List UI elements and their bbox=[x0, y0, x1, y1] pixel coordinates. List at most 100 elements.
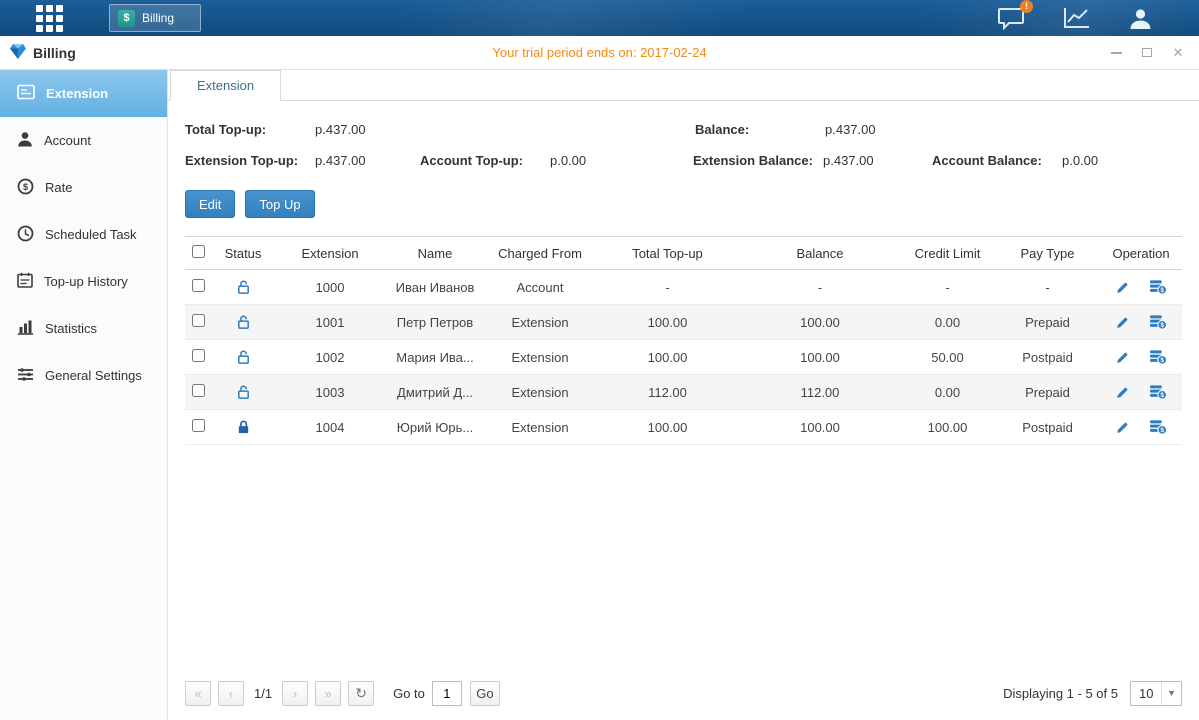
topbar-tab-billing[interactable]: $ Billing bbox=[109, 4, 201, 32]
top-up-row-icon[interactable]: $ bbox=[1149, 314, 1167, 330]
refresh-button[interactable]: ↻ bbox=[348, 681, 374, 706]
column-header-name: Name bbox=[385, 237, 485, 270]
unlocked-status-icon bbox=[236, 384, 251, 400]
sidebar-item-label: Top-up History bbox=[44, 274, 128, 289]
page-size-select[interactable]: 10 ▼ bbox=[1130, 681, 1182, 706]
extension-name: Юрий Юрь... bbox=[385, 410, 485, 445]
column-header-operation: Operation bbox=[1100, 237, 1182, 270]
close-button[interactable]: ✕ bbox=[1171, 46, 1185, 60]
sidebar-item-rate[interactable]: $ Rate bbox=[0, 164, 167, 211]
top-up-row-icon[interactable]: $ bbox=[1149, 419, 1167, 435]
credit-limit-value: 0.00 bbox=[900, 305, 995, 340]
svg-text:$: $ bbox=[1161, 357, 1165, 364]
minimize-button[interactable] bbox=[1109, 46, 1123, 60]
sidebar-item-general-settings[interactable]: General Settings bbox=[0, 352, 167, 399]
total-topup-value: - bbox=[595, 270, 740, 305]
svg-text:$: $ bbox=[1161, 392, 1165, 399]
table-row[interactable]: 1000 Иван Иванов Account - - - - $ bbox=[185, 270, 1182, 305]
unlocked-status-icon bbox=[236, 314, 251, 330]
sidebar-item-account[interactable]: Account bbox=[0, 117, 167, 164]
balance-value: 100.00 bbox=[740, 410, 900, 445]
sidebar-item-topup-history[interactable]: Top-up History bbox=[0, 258, 167, 305]
prev-page-button[interactable]: ‹ bbox=[218, 681, 244, 706]
table-row[interactable]: 1001 Петр Петров Extension 100.00 100.00… bbox=[185, 305, 1182, 340]
credit-limit-value: - bbox=[900, 270, 995, 305]
edit-icon[interactable] bbox=[1115, 280, 1130, 295]
first-page-button[interactable]: « bbox=[185, 681, 211, 706]
edit-icon[interactable] bbox=[1115, 315, 1130, 330]
page-indicator: 1/1 bbox=[254, 686, 272, 701]
column-header-extension: Extension bbox=[275, 237, 385, 270]
next-page-button[interactable]: › bbox=[282, 681, 308, 706]
tab-extension[interactable]: Extension bbox=[170, 70, 281, 101]
extension-table-body: 1000 Иван Иванов Account - - - - $ bbox=[185, 270, 1182, 445]
calendar-icon bbox=[17, 272, 33, 291]
main-panel: Extension Total Top-up: p.437.00 Balance… bbox=[168, 70, 1199, 720]
balance-value: 112.00 bbox=[740, 375, 900, 410]
table-row[interactable]: 1002 Мария Ива... Extension 100.00 100.0… bbox=[185, 340, 1182, 375]
sidebar-item-label: Scheduled Task bbox=[45, 227, 137, 242]
extension-number: 1002 bbox=[275, 340, 385, 375]
row-checkbox[interactable] bbox=[192, 349, 205, 362]
topbar-tab-label: Billing bbox=[142, 11, 174, 25]
goto-page-input[interactable] bbox=[432, 681, 462, 706]
credit-limit-value: 50.00 bbox=[900, 340, 995, 375]
edit-icon[interactable] bbox=[1115, 350, 1130, 365]
maximize-button[interactable] bbox=[1140, 46, 1154, 60]
extension-card-icon bbox=[17, 84, 35, 103]
extension-number: 1003 bbox=[275, 375, 385, 410]
extension-name: Петр Петров bbox=[385, 305, 485, 340]
charged-from: Extension bbox=[485, 410, 595, 445]
select-all-checkbox[interactable] bbox=[192, 245, 205, 258]
unlocked-status-icon bbox=[236, 279, 251, 295]
credit-limit-value: 0.00 bbox=[900, 375, 995, 410]
app-menu-icon[interactable] bbox=[36, 5, 63, 32]
row-checkbox[interactable] bbox=[192, 419, 205, 432]
pay-type-value: Prepaid bbox=[995, 375, 1100, 410]
column-header-total-topup: Total Top-up bbox=[595, 237, 740, 270]
tab-strip: Extension bbox=[168, 70, 1199, 101]
balance-value: 100.00 bbox=[740, 340, 900, 375]
summary-extension-topup: Extension Top-up: p.437.00 bbox=[185, 153, 420, 168]
balance-value: - bbox=[740, 270, 900, 305]
sidebar-item-extension[interactable]: Extension bbox=[0, 70, 167, 117]
sidebar: Extension Account $ Rate Scheduled Task bbox=[0, 70, 168, 720]
summary-total-topup: Total Top-up: p.437.00 bbox=[185, 122, 420, 137]
charged-from: Extension bbox=[485, 375, 595, 410]
extension-name: Мария Ива... bbox=[385, 340, 485, 375]
sidebar-item-statistics[interactable]: Statistics bbox=[0, 305, 167, 352]
dollar-icon: $ bbox=[118, 10, 135, 27]
sliders-icon bbox=[17, 367, 34, 385]
page-title: Billing bbox=[33, 45, 76, 61]
table-row[interactable]: 1003 Дмитрий Д... Extension 112.00 112.0… bbox=[185, 375, 1182, 410]
column-header-status: Status bbox=[211, 237, 275, 270]
row-checkbox[interactable] bbox=[192, 279, 205, 292]
balance-value: 100.00 bbox=[740, 305, 900, 340]
locked-status-icon bbox=[236, 419, 251, 435]
trial-period-notice: Your trial period ends on: 2017-02-24 bbox=[0, 45, 1199, 60]
charged-from: Extension bbox=[485, 340, 595, 375]
go-button[interactable]: Go bbox=[470, 681, 500, 706]
sidebar-item-scheduled-task[interactable]: Scheduled Task bbox=[0, 211, 167, 258]
top-up-row-icon[interactable]: $ bbox=[1149, 279, 1167, 295]
notification-badge: ! bbox=[1020, 0, 1033, 13]
edit-button[interactable]: Edit bbox=[185, 190, 235, 218]
table-row[interactable]: 1004 Юрий Юрь... Extension 100.00 100.00… bbox=[185, 410, 1182, 445]
sidebar-item-label: General Settings bbox=[45, 368, 142, 383]
top-up-button[interactable]: Top Up bbox=[245, 190, 314, 218]
notifications-icon[interactable]: ! bbox=[998, 7, 1025, 30]
svg-text:$: $ bbox=[1161, 287, 1165, 294]
sidebar-item-label: Account bbox=[44, 133, 91, 148]
billing-diamond-icon bbox=[10, 44, 26, 62]
top-up-row-icon[interactable]: $ bbox=[1149, 384, 1167, 400]
edit-icon[interactable] bbox=[1115, 385, 1130, 400]
top-up-row-icon[interactable]: $ bbox=[1149, 349, 1167, 365]
charged-from: Account bbox=[485, 270, 595, 305]
row-checkbox[interactable] bbox=[192, 314, 205, 327]
total-topup-value: 100.00 bbox=[595, 305, 740, 340]
statistics-chart-icon[interactable] bbox=[1063, 7, 1090, 30]
row-checkbox[interactable] bbox=[192, 384, 205, 397]
last-page-button[interactable]: » bbox=[315, 681, 341, 706]
user-account-icon[interactable] bbox=[1128, 7, 1153, 30]
edit-icon[interactable] bbox=[1115, 420, 1130, 435]
